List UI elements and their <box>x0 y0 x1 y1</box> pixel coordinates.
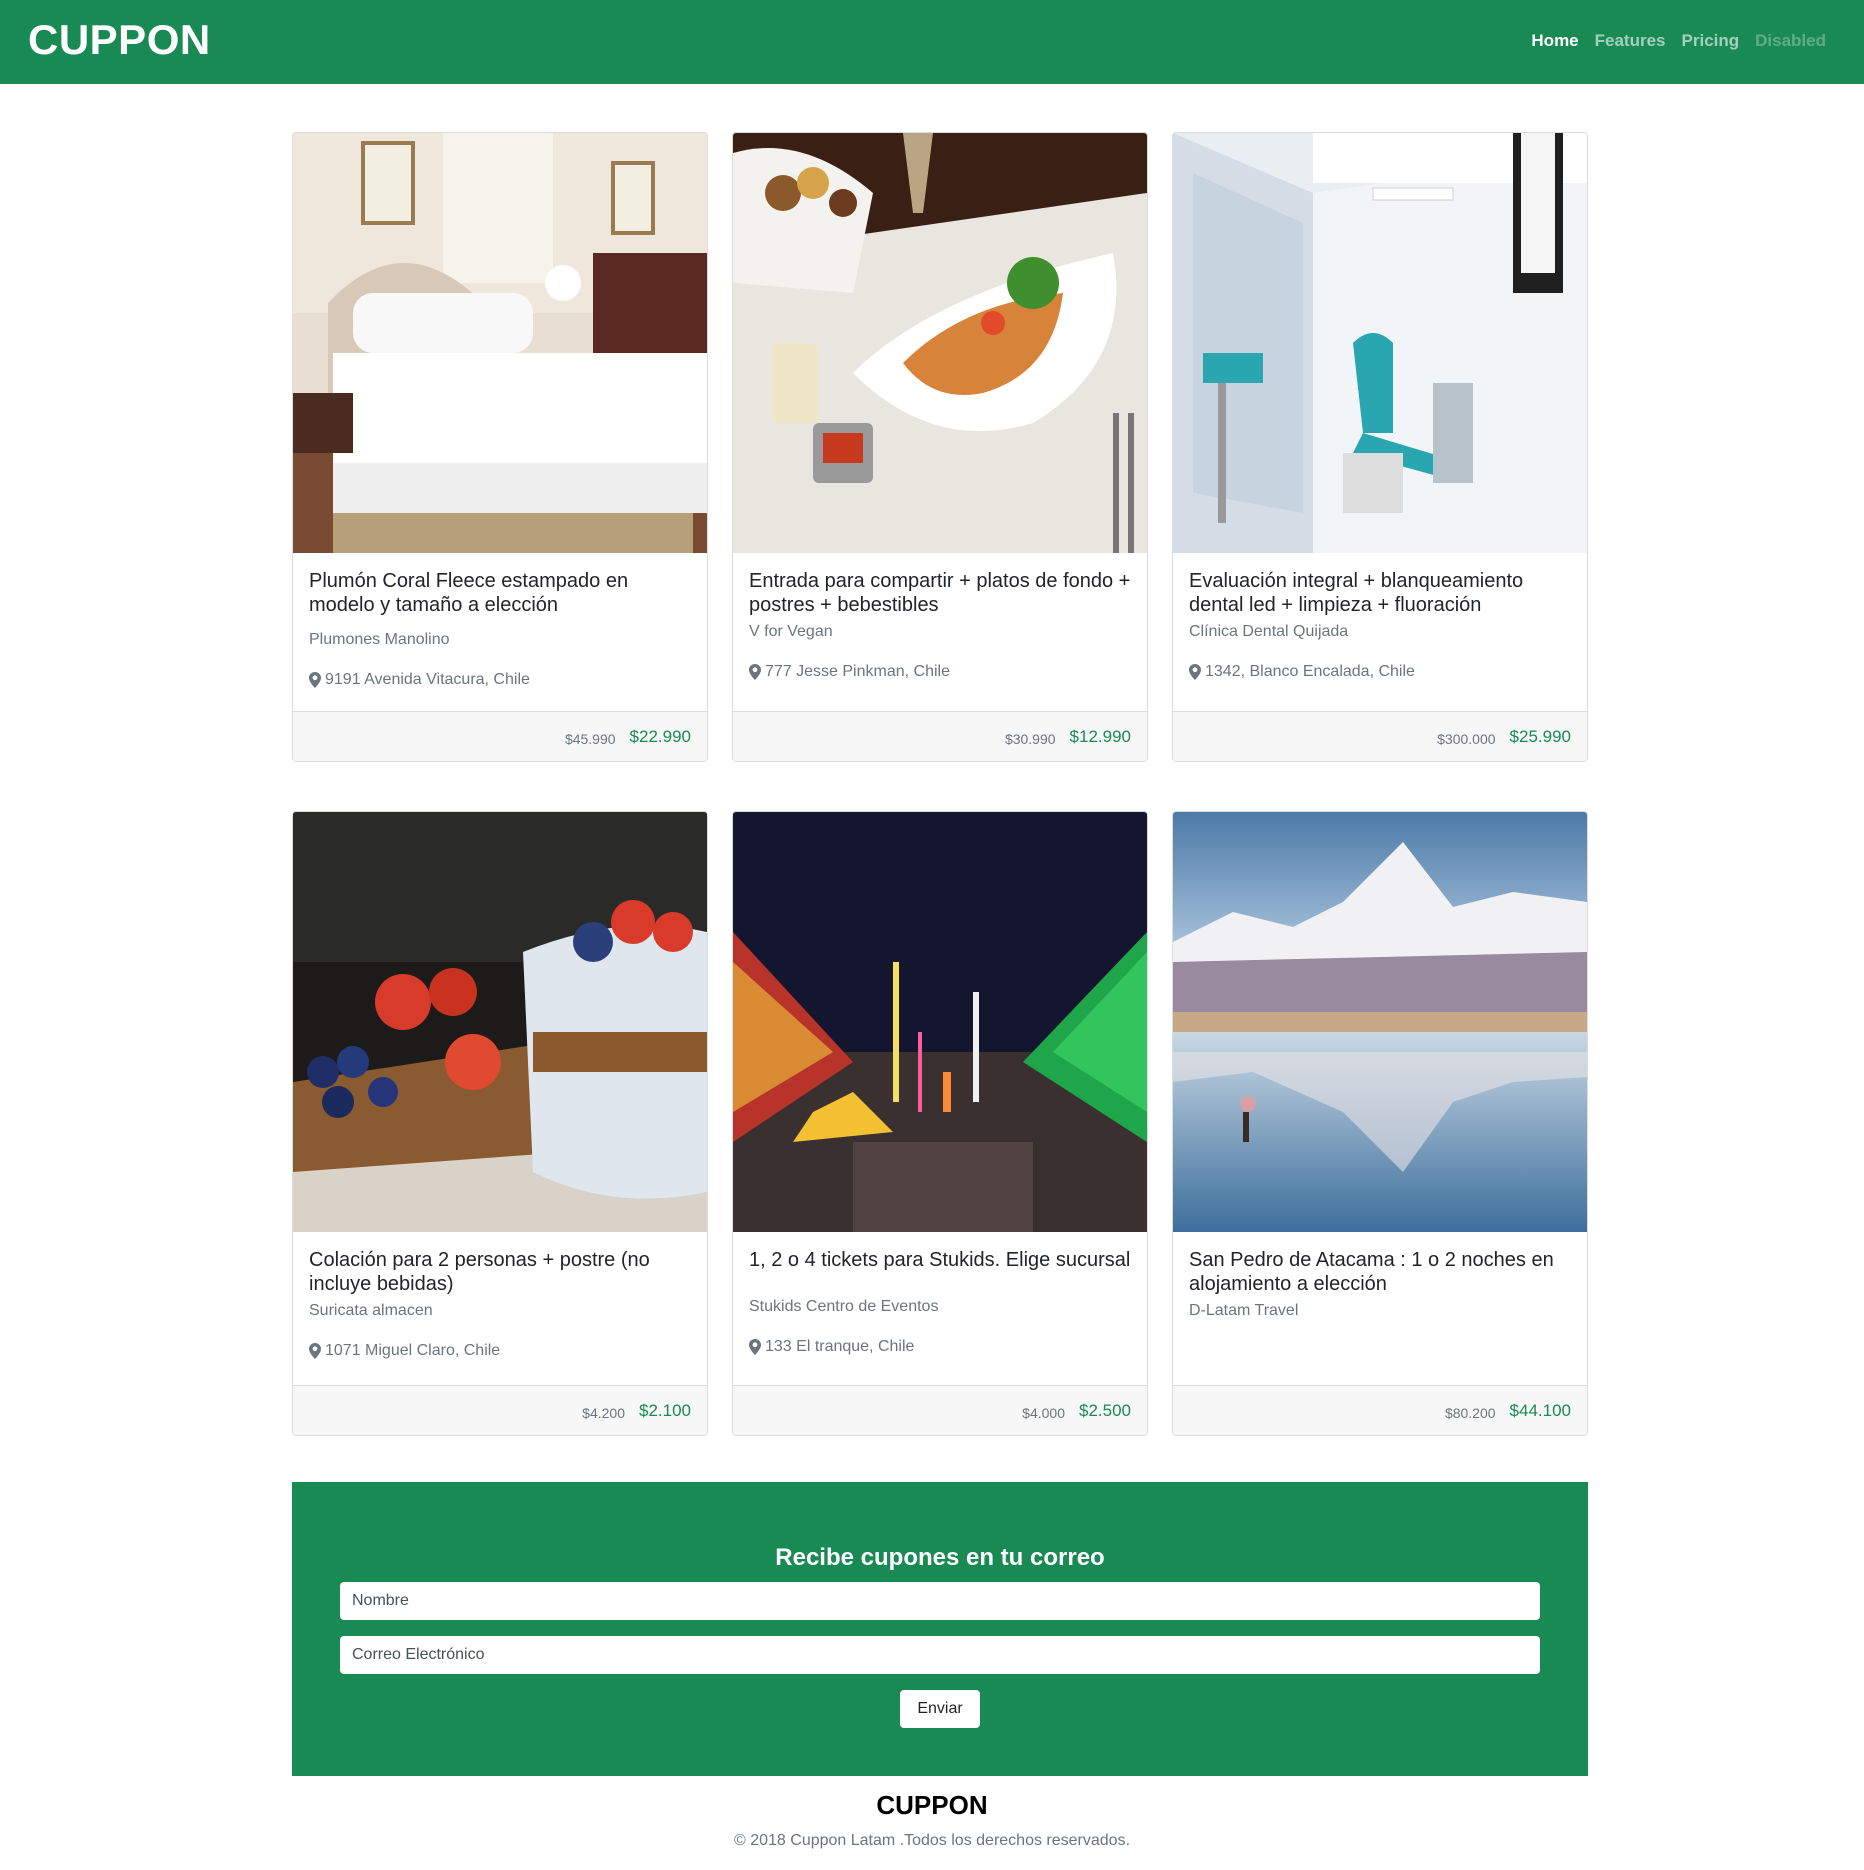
brand-logo[interactable]: CUPPON <box>28 16 211 64</box>
nav-link-disabled: Disabled <box>1755 31 1826 50</box>
deal-image-yogurt-berries[interactable] <box>293 812 707 1232</box>
price-discounted: $2.500 <box>1079 1400 1131 1420</box>
deal-card[interactable]: Plumón Coral Fleece estampado en modelo … <box>292 132 708 762</box>
newsletter-title: Recibe cupones en tu correo <box>775 1544 1105 1571</box>
deal-merchant: Suricata almacen <box>309 1302 433 1319</box>
name-input[interactable] <box>340 1582 1540 1620</box>
deal-card[interactable]: Evaluación integral + blanqueamiento den… <box>1172 132 1588 762</box>
deal-title[interactable]: San Pedro de Atacama : 1 o 2 noches en a… <box>1189 1248 1571 1296</box>
deal-address: 9191 Avenida Vitacura, Chile <box>309 671 691 689</box>
deal-merchant: Stukids Centro de Eventos <box>749 1298 939 1315</box>
deal-card-footer: $45.990 $22.990 <box>293 711 707 761</box>
deal-address-text: 1071 Miguel Claro, Chile <box>325 1342 501 1359</box>
deal-card[interactable]: San Pedro de Atacama : 1 o 2 noches en a… <box>1172 811 1588 1436</box>
deal-card-body: Plumón Coral Fleece estampado en modelo … <box>309 569 691 689</box>
deal-image-bedroom[interactable] <box>293 133 707 553</box>
deal-merchant: D-Latam Travel <box>1189 1302 1299 1319</box>
deal-card[interactable]: Entrada para compartir + platos de fondo… <box>732 132 1148 762</box>
deal-card[interactable]: Colación para 2 personas + postre (no in… <box>292 811 708 1436</box>
nav-link-home[interactable]: Home <box>1523 31 1586 51</box>
deal-merchant: Clínica Dental Quijada <box>1189 623 1349 640</box>
deal-card-body: Entrada para compartir + platos de fondo… <box>749 569 1131 681</box>
price-discounted: $25.990 <box>1509 726 1571 746</box>
deal-card[interactable]: 1, 2 o 4 tickets para Stukids. Elige suc… <box>732 811 1148 1436</box>
price-original: $45.990 <box>564 730 616 747</box>
footer-copyright: © 2018 Cuppon Latam .Todos los derechos … <box>733 1832 1131 1849</box>
map-pin-icon <box>309 672 321 688</box>
deal-merchant: V for Vegan <box>749 623 833 640</box>
price-discounted: $22.990 <box>629 726 691 746</box>
price-original: $300.000 <box>1437 730 1496 747</box>
nav-link-pricing[interactable]: Pricing <box>1674 31 1748 51</box>
deal-address: 1342, Blanco Encalada, Chile <box>1189 663 1571 681</box>
deal-address: 133 El tranque, Chile <box>749 1338 1131 1356</box>
deal-image-night-fair[interactable] <box>733 812 1147 1232</box>
deal-title[interactable]: Evaluación integral + blanqueamiento den… <box>1189 569 1571 617</box>
email-input[interactable] <box>340 1636 1540 1674</box>
map-pin-icon <box>309 1343 321 1359</box>
price-original: $30.990 <box>1004 730 1056 747</box>
deal-image-atacama-lagoon[interactable] <box>1173 812 1587 1232</box>
deal-card-footer: $300.000 $25.990 <box>1173 711 1587 761</box>
deal-address-text: 777 Jesse Pinkman, Chile <box>765 663 950 680</box>
deal-title[interactable]: 1, 2 o 4 tickets para Stukids. Elige suc… <box>749 1248 1131 1272</box>
price-discounted: $44.100 <box>1509 1400 1571 1420</box>
nav-links: Home Features Pricing Disabled <box>1523 31 1834 51</box>
nav-link-features[interactable]: Features <box>1587 31 1674 51</box>
map-pin-icon <box>749 1339 761 1355</box>
price-original: $4.000 <box>1022 1404 1065 1421</box>
deal-address: 1071 Miguel Claro, Chile <box>309 1342 691 1360</box>
price-original: $4.200 <box>582 1404 625 1421</box>
deal-card-footer: $4.200 $2.100 <box>293 1385 707 1435</box>
newsletter-section: Recibe cupones en tu correo Enviar <box>292 1482 1588 1776</box>
price-original: $80.200 <box>1444 1404 1496 1421</box>
deal-card-body: 1, 2 o 4 tickets para Stukids. Elige suc… <box>749 1248 1131 1356</box>
deal-title[interactable]: Plumón Coral Fleece estampado en modelo … <box>309 569 691 617</box>
map-pin-icon <box>749 664 761 680</box>
deal-card-footer: $80.200 $44.100 <box>1173 1385 1587 1435</box>
deal-card-body: Evaluación integral + blanqueamiento den… <box>1189 569 1571 681</box>
footer-brand: CUPPON <box>876 1790 988 1820</box>
deal-address-text: 9191 Avenida Vitacura, Chile <box>325 671 530 688</box>
deal-card-body: San Pedro de Atacama : 1 o 2 noches en a… <box>1189 1248 1571 1320</box>
map-pin-icon <box>1189 664 1201 680</box>
deal-image-dental-clinic[interactable] <box>1173 133 1587 553</box>
send-button[interactable]: Enviar <box>900 1690 980 1728</box>
deal-address: 777 Jesse Pinkman, Chile <box>749 663 1131 681</box>
deal-address-text: 1342, Blanco Encalada, Chile <box>1205 663 1415 680</box>
deal-address-text: 133 El tranque, Chile <box>765 1338 915 1355</box>
top-navbar: CUPPON Home Features Pricing Disabled <box>0 0 1864 84</box>
deal-card-body: Colación para 2 personas + postre (no in… <box>309 1248 691 1360</box>
price-discounted: $12.990 <box>1069 726 1131 746</box>
price-discounted: $2.100 <box>639 1400 691 1420</box>
deal-card-footer: $4.000 $2.500 <box>733 1385 1147 1435</box>
deal-title[interactable]: Entrada para compartir + platos de fondo… <box>749 569 1131 617</box>
deal-image-restaurant-dish[interactable] <box>733 133 1147 553</box>
deal-title[interactable]: Colación para 2 personas + postre (no in… <box>309 1248 691 1296</box>
deal-merchant: Plumones Manolino <box>309 631 450 648</box>
deal-card-footer: $30.990 $12.990 <box>733 711 1147 761</box>
